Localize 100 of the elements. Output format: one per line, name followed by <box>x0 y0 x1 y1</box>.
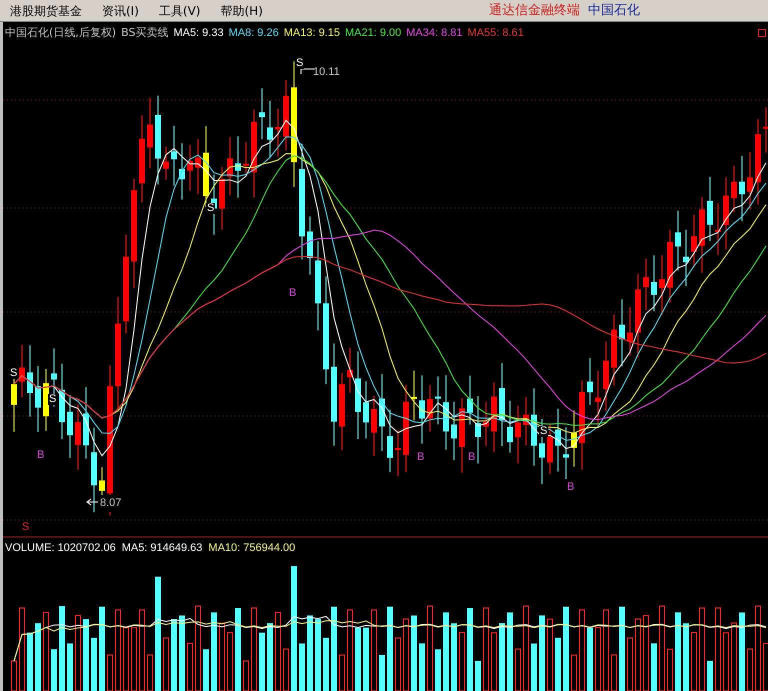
candlestick <box>35 366 41 432</box>
volume-bar <box>707 660 713 691</box>
window-restore-icon[interactable] <box>758 29 766 37</box>
volume-bar <box>435 649 441 691</box>
candlestick <box>683 229 689 287</box>
candlestick <box>435 376 441 425</box>
candlestick <box>651 254 657 312</box>
candlestick <box>627 306 633 356</box>
candlestick <box>555 408 561 472</box>
signal-label: B <box>566 482 576 493</box>
candlestick <box>595 370 601 428</box>
menu-item[interactable]: 帮助(H) <box>210 2 273 20</box>
candlestick <box>275 108 281 157</box>
volume-bar <box>187 642 193 691</box>
volume-bar <box>419 643 425 691</box>
signal-label: S <box>206 203 216 214</box>
volume-bar <box>571 654 577 691</box>
volume-bar <box>627 638 633 691</box>
candlestick <box>283 79 289 151</box>
candlestick <box>611 314 617 386</box>
candlestick <box>147 97 153 169</box>
volume-bar <box>259 632 265 691</box>
low-price-label: 8.07 <box>99 495 122 512</box>
volume-bar <box>515 648 521 691</box>
candlestick <box>739 155 745 222</box>
volume-bar <box>459 632 465 691</box>
candlestick <box>603 341 609 412</box>
volume-bar <box>283 648 289 691</box>
candlestick <box>539 418 545 485</box>
volume-bar <box>51 649 57 691</box>
volume-bar <box>123 627 129 691</box>
candlestick <box>371 395 377 457</box>
candlestick <box>659 254 665 316</box>
volume-legend-value: MA5: 914649.63 <box>122 541 202 556</box>
high-price-label: 10.11 <box>313 65 340 80</box>
chart-title: 中国石化(日线,后复权) <box>5 25 116 41</box>
volume-bar <box>91 638 97 691</box>
volume-bar <box>131 627 137 691</box>
volume-bar <box>475 660 481 691</box>
candlestick <box>715 202 721 256</box>
candlestick <box>219 166 225 230</box>
candlestick <box>547 422 553 474</box>
signal-label: S <box>48 394 58 405</box>
ma-legend-value: MA21: 9.00 <box>344 26 402 41</box>
volume-bar <box>147 654 153 691</box>
candlestick <box>515 405 521 464</box>
candlestick <box>691 214 697 268</box>
signal-label: B <box>36 450 46 461</box>
candlestick <box>19 344 25 398</box>
volume-bar <box>395 637 401 691</box>
volume-legend-value: VOLUME: 1020702.06 <box>5 541 116 556</box>
candlestick <box>171 125 177 186</box>
candlestick <box>571 410 577 468</box>
volume-bar <box>763 643 768 691</box>
candlestick <box>75 404 81 470</box>
volume-legend-value: MA10: 756944.00 <box>208 541 296 556</box>
volume-bar <box>451 623 457 691</box>
volume-bar <box>315 619 321 691</box>
candlestick <box>619 298 625 367</box>
signal-label: B <box>288 288 298 299</box>
volume-bar <box>35 623 41 691</box>
volume-bar <box>667 648 673 691</box>
volume-bar <box>611 654 617 691</box>
candlestick <box>163 146 169 180</box>
signal-label: B <box>416 452 426 463</box>
menu-link[interactable]: 中国石化 <box>588 0 648 20</box>
signal-label: S <box>295 58 304 69</box>
menu-item[interactable]: 工具(V) <box>148 2 210 20</box>
signal-label: S <box>9 368 18 379</box>
candlestick <box>227 136 233 196</box>
candlestick <box>235 136 241 198</box>
volume-bar <box>203 649 209 691</box>
ma-legend-value: MA5: 9.33 <box>173 26 224 41</box>
volume-bar <box>171 619 177 691</box>
candlestick <box>467 375 473 426</box>
menu-item[interactable]: 资讯(I) <box>92 2 149 20</box>
volume-bar <box>587 628 593 691</box>
volume-bar <box>107 654 113 691</box>
volume-bar <box>323 638 329 691</box>
menu-item[interactable]: 港股期货基金 <box>0 2 92 20</box>
volume-bar <box>163 637 169 691</box>
ma-legend-value: MA34: 8.81 <box>406 26 463 41</box>
volume-bar <box>11 660 17 691</box>
candlestick <box>387 409 393 473</box>
candlestick <box>411 370 417 421</box>
candlestick <box>307 216 313 276</box>
volume-bar <box>691 632 697 691</box>
volume-bar <box>531 644 537 691</box>
arrow-icon <box>300 68 316 74</box>
candlestick <box>451 401 457 461</box>
candlestick <box>259 88 265 140</box>
volume-bar <box>299 644 305 691</box>
volume-bar <box>67 643 73 691</box>
volume-bar <box>227 632 233 691</box>
volume-bar <box>379 654 385 691</box>
signal-label: B <box>467 452 476 463</box>
candlestick <box>395 430 401 477</box>
candlestick <box>763 106 768 153</box>
volume-bar <box>499 623 505 691</box>
signal-label: S <box>539 426 548 437</box>
